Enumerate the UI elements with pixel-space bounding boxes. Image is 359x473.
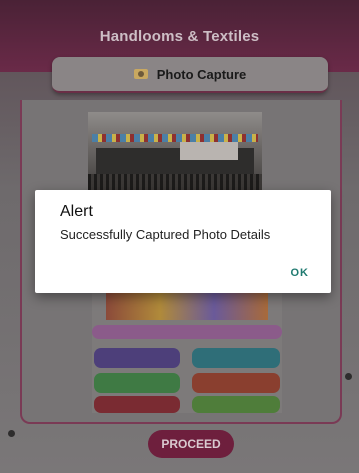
photo-tile [92, 325, 282, 339]
photo-capture-button[interactable]: Photo Capture [52, 57, 328, 93]
alert-message: Successfully Captured Photo Details [60, 227, 271, 242]
alert-title: Alert [60, 203, 93, 220]
photo-tile [192, 373, 280, 393]
captured-photo-top [88, 112, 262, 192]
photo-banner-image [106, 290, 268, 320]
alert-dialog: Alert Successfully Captured Photo Detail… [35, 190, 331, 293]
camera-icon [133, 69, 148, 79]
photo-tile [94, 373, 180, 393]
photo-window [180, 142, 238, 160]
captured-photo-bottom [92, 288, 282, 413]
photo-capture-label: Photo Capture [156, 66, 247, 82]
photo-tile [94, 348, 180, 368]
decorative-dot [8, 430, 15, 437]
header-title: Handlooms & Textiles [99, 28, 260, 45]
photo-banner [92, 134, 258, 142]
proceed-button[interactable]: PROCEED [148, 430, 234, 458]
photo-tile [192, 348, 280, 368]
photo-tile [192, 396, 280, 413]
decorative-dot [345, 373, 352, 380]
photo-tile [94, 396, 180, 413]
alert-ok-button[interactable]: OK [285, 263, 316, 283]
